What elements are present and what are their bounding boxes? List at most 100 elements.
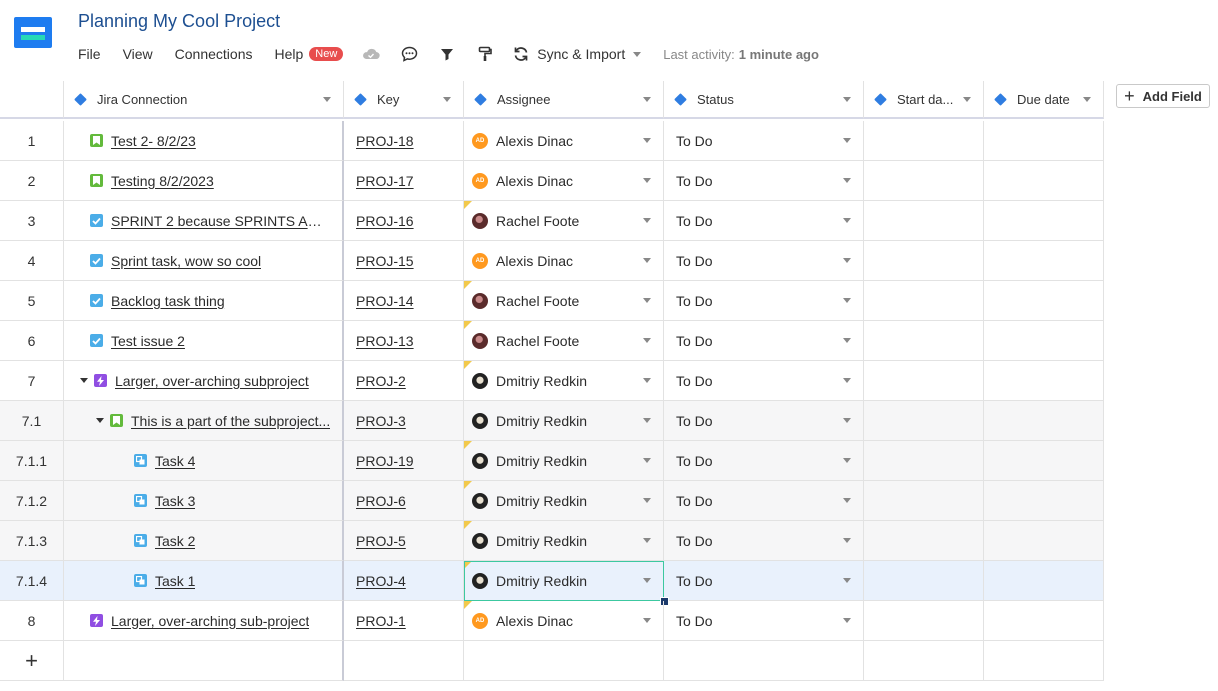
issue-key-link[interactable]: PROJ-18 [356,133,414,149]
table-row[interactable]: 5 Backlog task thing PROJ-14 Rachel Foote To… [0,281,1104,321]
due-date-cell[interactable] [984,121,1104,161]
assignee-dropdown-caret[interactable] [643,218,651,223]
due-date-cell[interactable] [984,241,1104,281]
issue-key-link[interactable]: PROJ-17 [356,173,414,189]
issue-name-cell[interactable]: Testing 8/2/2023 [64,161,344,201]
table-row[interactable]: 7 Larger, over-arching subproject PROJ-2 Dm… [0,361,1104,401]
sync-import-button[interactable]: Sync & Import [513,46,625,62]
start-date-cell[interactable] [864,161,984,201]
assignee-dropdown-caret[interactable] [643,538,651,543]
status-cell[interactable]: To Do [664,121,864,161]
menu-file[interactable]: File [78,46,101,62]
column-menu-caret[interactable] [643,96,651,102]
assignee-cell[interactable]: Dmitriy Redkin [464,401,664,441]
comment-icon[interactable] [399,44,419,64]
issue-name-cell[interactable]: Task 2 [64,521,344,561]
status-cell[interactable]: To Do [664,601,864,641]
empty-cell[interactable] [64,641,344,681]
due-date-cell[interactable] [984,361,1104,401]
assignee-cell[interactable]: Rachel Foote [464,201,664,241]
row-number[interactable]: 4 [0,241,64,281]
assignee-cell[interactable]: Rachel Foote [464,281,664,321]
issue-name-cell[interactable]: Backlog task thing [64,281,344,321]
status-dropdown-caret[interactable] [843,178,851,183]
issue-key-cell[interactable]: PROJ-17 [344,161,464,201]
row-number[interactable]: 7.1 [0,401,64,441]
table-row[interactable]: 8 Larger, over-arching sub-project PROJ-1 A… [0,601,1104,641]
row-number[interactable]: 5 [0,281,64,321]
table-row[interactable]: 1 Test 2- 8/2/23 PROJ-18 AD Alexis Dinac To D… [0,121,1104,161]
assignee-cell[interactable]: AD Alexis Dinac [464,161,664,201]
issue-key-link[interactable]: PROJ-3 [356,413,406,429]
issue-name-link[interactable]: Backlog task thing [111,293,225,309]
collapse-caret-icon[interactable] [80,378,88,383]
paint-roller-icon[interactable] [475,44,495,64]
issue-name-link[interactable]: Test 2- 8/2/23 [111,133,196,149]
column-menu-caret[interactable] [443,96,451,102]
start-date-cell[interactable] [864,241,984,281]
status-dropdown-caret[interactable] [843,338,851,343]
assignee-dropdown-caret[interactable] [643,498,651,503]
assignee-cell[interactable]: AD Alexis Dinac [464,601,664,641]
status-dropdown-caret[interactable] [843,498,851,503]
column-header-status[interactable]: Status [664,81,864,119]
menu-help[interactable]: Help [274,46,303,62]
empty-cell[interactable] [664,641,864,681]
issue-name-link[interactable]: Larger, over-arching sub-project [111,613,309,629]
column-header-start-date[interactable]: Start da... [864,81,984,119]
project-title[interactable]: Planning My Cool Project [78,11,280,32]
start-date-cell[interactable] [864,601,984,641]
issue-name-link[interactable]: Larger, over-arching subproject [115,373,309,389]
assignee-dropdown-caret[interactable] [643,578,651,583]
assignee-cell[interactable]: Dmitriy Redkin [464,441,664,481]
status-cell[interactable]: To Do [664,481,864,521]
empty-cell[interactable] [344,641,464,681]
issue-key-cell[interactable]: PROJ-13 [344,321,464,361]
issue-name-cell[interactable]: SPRINT 2 because SPRINTS ARE... [64,201,344,241]
assignee-cell[interactable]: Dmitriy Redkin [464,561,664,601]
status-dropdown-caret[interactable] [843,258,851,263]
filter-icon[interactable] [437,44,457,64]
column-header-assignee[interactable]: Assignee [464,81,664,119]
issue-name-link[interactable]: Task 3 [155,493,195,509]
start-date-cell[interactable] [864,481,984,521]
issue-key-cell[interactable]: PROJ-14 [344,281,464,321]
status-cell[interactable]: To Do [664,241,864,281]
issue-key-cell[interactable]: PROJ-2 [344,361,464,401]
status-cell[interactable]: To Do [664,201,864,241]
issue-key-link[interactable]: PROJ-19 [356,453,414,469]
assignee-dropdown-caret[interactable] [643,258,651,263]
issue-key-link[interactable]: PROJ-5 [356,533,406,549]
issue-key-link[interactable]: PROJ-15 [356,253,414,269]
column-header-due-date[interactable]: Due date [984,81,1104,119]
issue-name-cell[interactable]: Test issue 2 [64,321,344,361]
table-row[interactable]: 7.1 This is a part of the subproject... PR… [0,401,1104,441]
issue-key-link[interactable]: PROJ-2 [356,373,406,389]
table-row[interactable]: 7.1.1 Task 4 PROJ-19 Dmitriy Redkin To Do [0,441,1104,481]
status-cell[interactable]: To Do [664,161,864,201]
sync-dropdown-caret[interactable] [633,51,642,57]
status-cell[interactable]: To Do [664,281,864,321]
issue-name-link[interactable]: This is a part of the subproject... [131,413,330,429]
start-date-cell[interactable] [864,201,984,241]
due-date-cell[interactable] [984,321,1104,361]
status-dropdown-caret[interactable] [843,298,851,303]
add-field-button[interactable]: + Add Field [1116,84,1210,108]
assignee-dropdown-caret[interactable] [643,618,651,623]
row-number[interactable]: 3 [0,201,64,241]
issue-name-link[interactable]: Sprint task, wow so cool [111,253,261,269]
issue-name-cell[interactable]: Larger, over-arching sub-project [64,601,344,641]
status-dropdown-caret[interactable] [843,218,851,223]
issue-key-cell[interactable]: PROJ-4 [344,561,464,601]
assignee-dropdown-caret[interactable] [643,378,651,383]
table-row[interactable]: 3 SPRINT 2 because SPRINTS ARE... PROJ-16 R… [0,201,1104,241]
due-date-cell[interactable] [984,161,1104,201]
issue-name-link[interactable]: SPRINT 2 because SPRINTS ARE... [111,213,323,229]
assignee-cell[interactable]: Dmitriy Redkin [464,481,664,521]
status-dropdown-caret[interactable] [843,618,851,623]
issue-key-link[interactable]: PROJ-14 [356,293,414,309]
issue-key-link[interactable]: PROJ-1 [356,613,406,629]
due-date-cell[interactable] [984,281,1104,321]
status-cell[interactable]: To Do [664,561,864,601]
assignee-cell[interactable]: AD Alexis Dinac [464,241,664,281]
